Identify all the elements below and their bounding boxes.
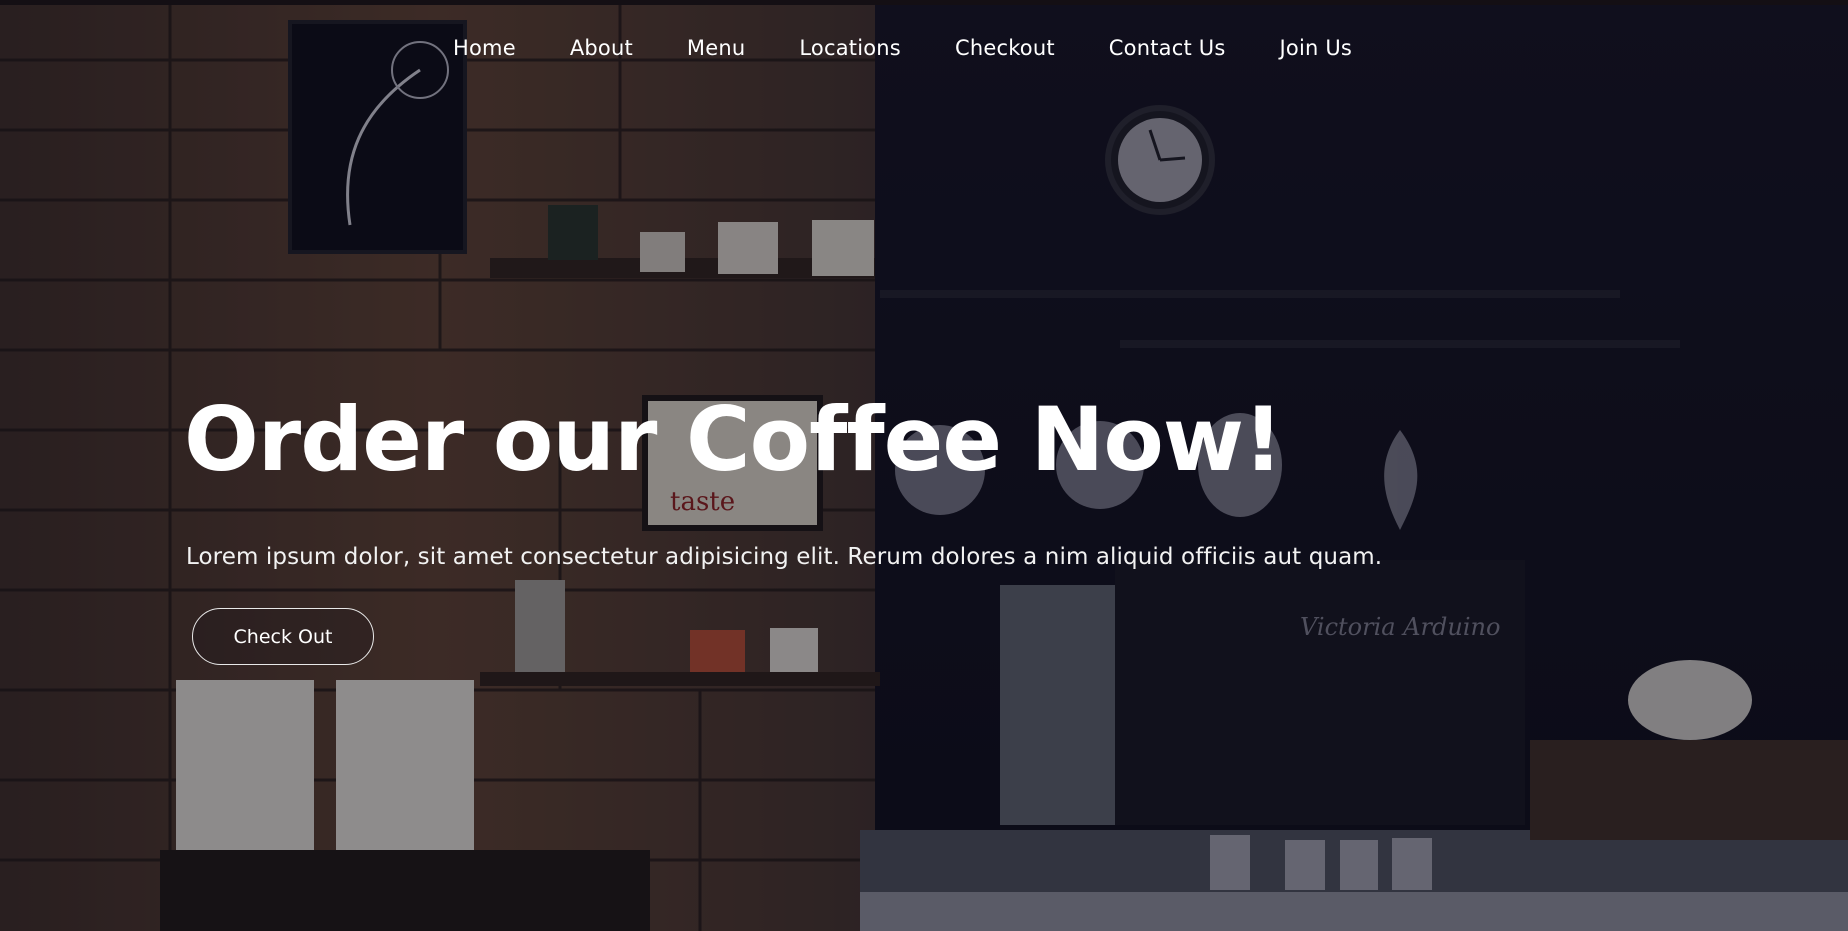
check-out-button[interactable]: Check Out — [192, 608, 374, 665]
nav-link-contact-us[interactable]: Contact Us — [1109, 30, 1226, 66]
nav-link-home[interactable]: Home — [453, 30, 516, 66]
hero-section: taste Victoria Arduino Home About Menu L… — [0, 0, 1848, 931]
nav-link-menu[interactable]: Menu — [687, 30, 745, 66]
top-strip — [0, 0, 1848, 5]
hero-title: Order our Coffee Now! — [184, 388, 1283, 491]
nav-link-join-us[interactable]: Join Us — [1280, 30, 1353, 66]
nav-link-locations[interactable]: Locations — [799, 30, 901, 66]
main-nav: Home About Menu Locations Checkout Conta… — [0, 30, 1848, 66]
nav-link-checkout[interactable]: Checkout — [955, 30, 1055, 66]
hero-subtitle: Lorem ipsum dolor, sit amet consectetur … — [186, 544, 1383, 570]
nav-link-about[interactable]: About — [570, 30, 633, 66]
nav-links: Home About Menu Locations Checkout Conta… — [426, 30, 1379, 66]
